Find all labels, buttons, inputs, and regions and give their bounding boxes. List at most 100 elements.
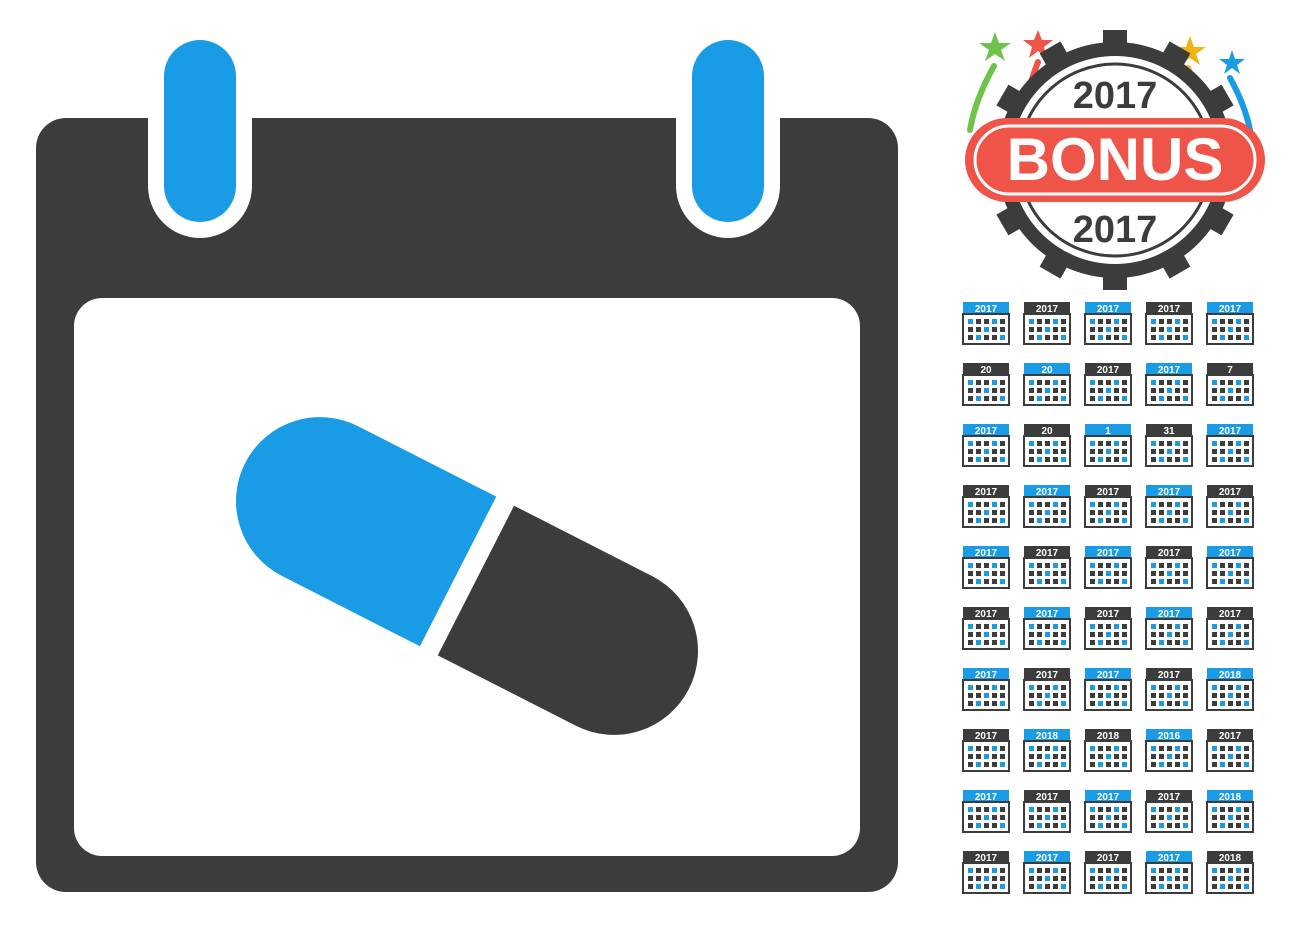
calendar-icon: 7: [1206, 363, 1254, 406]
year-label: 2018: [1219, 853, 1242, 864]
bonus-badge: 2017 BONUS 2017: [965, 30, 1265, 290]
year-icon: 2017: [1021, 845, 1073, 897]
calendar-icon: 2017: [962, 485, 1010, 528]
calendar-icon: 2017: [1206, 546, 1254, 589]
year-icon: 2017: [1143, 601, 1195, 653]
calendar-icon: 2017: [1145, 302, 1193, 345]
year-icon: 2017: [960, 723, 1012, 775]
year-label: 2017: [1158, 792, 1181, 803]
calendar-icon: 2017: [1206, 729, 1254, 772]
year-label: 20: [1041, 426, 1053, 437]
year-icon: 2017: [1082, 540, 1134, 592]
icon-grid: 2017 2017 2017 2017 2017 20 20 2017 2017 7 2017 20 1…: [960, 296, 1280, 926]
calendar-icon: 2017: [1206, 607, 1254, 650]
year-label: 20: [1041, 365, 1053, 376]
calendar-icon: 2016: [1145, 729, 1193, 772]
year-label: 7: [1227, 365, 1233, 376]
year-label: 2017: [1036, 609, 1059, 620]
year-icon: 2018: [1204, 662, 1256, 714]
calendar-icon: 2017: [1084, 363, 1132, 406]
pill-calendar-icon: [36, 24, 898, 892]
year-label: 1: [1105, 426, 1111, 437]
year-label: 2018: [1036, 731, 1059, 742]
year-label: 2017: [1219, 426, 1242, 437]
year-icon: 2017: [960, 479, 1012, 531]
year-label: 2017: [975, 731, 998, 742]
year-label: 2017: [1158, 487, 1181, 498]
calendar-icon: 2018: [1023, 729, 1071, 772]
calendar-icon: 2017: [962, 851, 1010, 894]
calendar-icon: 20: [962, 363, 1010, 406]
calendar-icon: 2017: [1084, 790, 1132, 833]
calendar-icon: 2017: [1145, 790, 1193, 833]
badge-label: BONUS: [1007, 126, 1224, 193]
year-label: 2017: [1036, 670, 1059, 681]
year-icon: 2018: [1082, 723, 1134, 775]
calendar-icon: 2017: [1084, 546, 1132, 589]
year-icon: 2017: [1082, 479, 1134, 531]
year-icon: 2017: [1143, 296, 1195, 348]
year-icon: 2017: [1204, 296, 1256, 348]
year-label: 2017: [975, 304, 998, 315]
year-icon: 2017: [1143, 479, 1195, 531]
year-label: 2017: [1097, 670, 1120, 681]
year-icon: 2017: [960, 662, 1012, 714]
calendar-icon: 2017: [962, 668, 1010, 711]
calendar-icon: 2017: [962, 729, 1010, 772]
year-icon: 2018: [1204, 845, 1256, 897]
calendar-icon: 31: [1145, 424, 1193, 467]
year-icon: 2017: [1082, 601, 1134, 653]
year-icon: 2018: [1204, 784, 1256, 836]
year-icon: 2017: [1143, 662, 1195, 714]
year-icon: 2017: [1021, 662, 1073, 714]
badge-year-top: 2017: [1073, 75, 1158, 117]
year-icon: 2017: [1082, 784, 1134, 836]
year-icon: 2017: [1021, 540, 1073, 592]
calendar-icon: 2017: [1023, 302, 1071, 345]
calendar-icon: 2018: [1206, 668, 1254, 711]
year-icon: 2016: [1143, 723, 1195, 775]
year-label: 2017: [1097, 365, 1120, 376]
calendar-icon: 2017: [1145, 363, 1193, 406]
year-icon: 2017: [1204, 540, 1256, 592]
year-icon: 2017: [1143, 357, 1195, 409]
year-label: 2017: [1036, 487, 1059, 498]
year-icon: 2017: [1204, 479, 1256, 531]
year-label: 2017: [1219, 304, 1242, 315]
year-icon: 2017: [960, 418, 1012, 470]
year-label: 2017: [1036, 548, 1059, 559]
year-icon: 2017: [960, 540, 1012, 592]
year-label: 2017: [1158, 670, 1181, 681]
year-icon: 2017: [1082, 357, 1134, 409]
calendar-icon: 2017: [1023, 485, 1071, 528]
year-icon: 2017: [960, 601, 1012, 653]
year-label: 2018: [1219, 792, 1242, 803]
calendar-icon: 2017: [1145, 668, 1193, 711]
year-icon: 2017: [960, 845, 1012, 897]
calendar-icon: 2017: [1145, 851, 1193, 894]
calendar-icon: 2018: [1206, 790, 1254, 833]
calendar-icon: 2018: [1084, 729, 1132, 772]
year-label: 2017: [975, 609, 998, 620]
year-label: 2017: [975, 426, 998, 437]
year-label: 2017: [1097, 792, 1120, 803]
year-label: 2017: [1219, 731, 1242, 742]
calendar-icon: 2017: [1023, 851, 1071, 894]
year-icon: 2017: [1082, 296, 1134, 348]
calendar-icon: 2017: [1145, 546, 1193, 589]
year-icon: 2017: [1143, 540, 1195, 592]
calendar-icon: 2017: [1084, 851, 1132, 894]
year-label: 2017: [1097, 304, 1120, 315]
badge-year-bottom: 2017: [1073, 209, 1158, 251]
year-label: 2017: [1158, 548, 1181, 559]
year-label: 2017: [975, 670, 998, 681]
calendar-icon: 2017: [1084, 668, 1132, 711]
stage: 2017 BONUS 2017 2017 2017 2017 2017 2017 20 20…: [0, 0, 1300, 928]
year-icon: 2017: [960, 296, 1012, 348]
calendar-icon: 2017: [1023, 546, 1071, 589]
year-icon: 7: [1204, 357, 1256, 409]
calendar-icon: 2017: [962, 424, 1010, 467]
calendar-icon: 2017: [1023, 790, 1071, 833]
year-label: 2017: [1158, 609, 1181, 620]
year-icon: 2017: [1143, 784, 1195, 836]
